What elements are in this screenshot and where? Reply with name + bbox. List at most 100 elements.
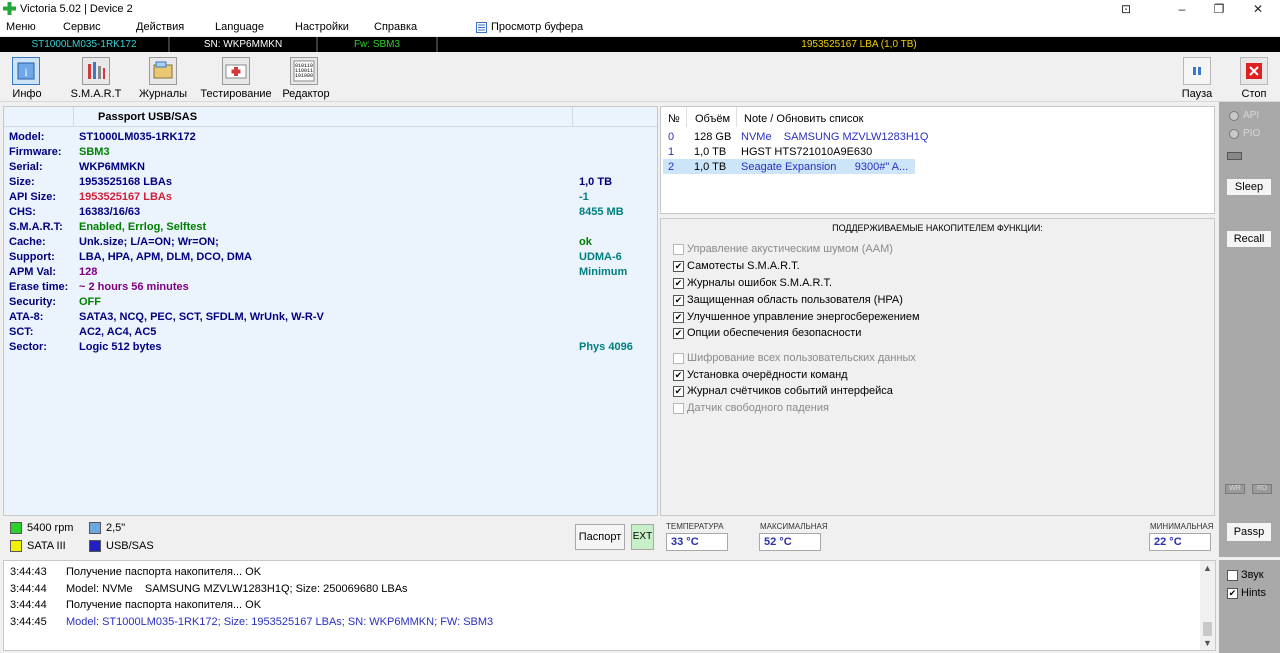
passport-panel: Passport USB/SAS Model: ST1000LM035-1RK17… (3, 106, 658, 516)
recall-button[interactable]: Recall (1226, 230, 1272, 248)
passport-value: OFF (79, 296, 101, 308)
log-timestamp: 3:44:43 (10, 566, 47, 578)
feature-checkbox[interactable]: ✔ (673, 278, 684, 289)
editor-button-label: Редактор (282, 88, 330, 100)
interface-swatch (10, 540, 22, 552)
max-temp-value: 52 °C (759, 533, 821, 551)
passport-key: Support: (9, 251, 55, 263)
svg-text:101000: 101000 (295, 73, 313, 79)
column-header-size[interactable]: Объём (695, 113, 730, 125)
drive-row[interactable]: 0 128 GB NVMe SAMSUNG MZVLW1283H1Q (663, 129, 928, 144)
log-scrollbar[interactable] (1200, 561, 1215, 650)
log-message: Получение паспорта накопителя... OK (66, 566, 262, 578)
column-header-note[interactable]: Note / Обновить список (744, 113, 863, 125)
feature-checkbox[interactable]: ✔ (673, 328, 684, 339)
feature-checkbox[interactable] (673, 244, 684, 255)
feature-checkbox[interactable]: ✔ (673, 370, 684, 381)
passport-header: Passport USB/SAS (98, 111, 198, 123)
bus-swatch (89, 540, 101, 552)
logs-button-label: Журналы (138, 88, 188, 100)
column-header-number[interactable]: № (668, 113, 680, 125)
smart-button-label: S.M.A.R.T (70, 88, 122, 100)
hints-checkbox-label: Hints (1241, 587, 1267, 599)
feature-checkbox[interactable]: ✔ (673, 295, 684, 306)
drive-firmware-label: Fw: SBM3 (353, 39, 401, 50)
feature-checkbox[interactable] (673, 353, 684, 364)
menu-item-settings[interactable]: Настройки (295, 21, 349, 33)
passport-extra: ok (579, 236, 592, 248)
passport-extra: Phys 4096 (579, 341, 633, 353)
smart-button[interactable]: S.M.A.R.T (68, 55, 124, 101)
feature-label: Журналы ошибок S.M.A.R.T. (687, 277, 833, 289)
smart-icon (82, 57, 110, 85)
passport-key: API Size: (9, 191, 57, 203)
menu-item-service[interactable]: Сервис (63, 21, 101, 33)
bus-label: USB/SAS (106, 540, 154, 552)
scroll-up-icon[interactable]: ▲ (1203, 563, 1212, 573)
passp-button[interactable]: Passp (1226, 522, 1272, 542)
pause-button[interactable]: Пауза (1180, 55, 1214, 101)
passport-header-row: Passport USB/SAS (4, 107, 657, 127)
passport-value: 16383/16/63 (79, 206, 141, 218)
logs-button[interactable]: Журналы (136, 55, 190, 101)
buffer-icon (476, 22, 487, 33)
info-button[interactable]: i Инфо (4, 55, 50, 101)
close-button[interactable]: ✕ (1238, 0, 1278, 19)
api-radio[interactable] (1229, 111, 1239, 121)
feature-label: Защищенная область пользователя (HPA) (687, 294, 903, 306)
maximize-button[interactable]: ❐ (1199, 0, 1239, 19)
feature-label: Шифрование всех пользовательских данных (687, 352, 916, 364)
current-temp-label: ТЕМПЕРАТУРА (666, 522, 724, 531)
min-temp-label: МИНИМАЛЬНАЯ (1150, 522, 1214, 531)
pin-icon[interactable]: ⊡ (1106, 0, 1146, 19)
drive-lba-label: 1953525167 LBA (1,0 TB) (801, 39, 917, 50)
binary-editor-icon: 010110 110011 101000 (290, 57, 318, 85)
passport-value: 1953525167 LBAs (79, 191, 172, 203)
test-button[interactable]: Тестирование (200, 55, 272, 101)
feature-checkbox[interactable]: ✔ (673, 386, 684, 397)
passport-value: 1953525168 LBAs (79, 176, 172, 188)
menu-item-actions[interactable]: Действия (136, 21, 184, 33)
ext-button[interactable]: EXT (631, 524, 654, 550)
pio-radio[interactable] (1229, 129, 1239, 139)
passport-button[interactable]: Паспорт (575, 524, 625, 550)
pause-button-label: Пауза (1181, 88, 1213, 100)
drive-row[interactable]: 1 1,0 TB HGST HTS721010A9E630 (663, 144, 903, 159)
log-message: Model: NVMe SAMSUNG MZVLW1283H1Q; Size: … (66, 582, 408, 595)
feature-checkbox[interactable]: ✔ (673, 261, 684, 272)
stop-icon (1240, 57, 1268, 85)
passport-value: Enabled, Errlog, Selftest (79, 221, 207, 233)
editor-button[interactable]: 010110 110011 101000 Редактор (280, 55, 332, 101)
log-message: Model: ST1000LM035-1RK172; Size: 1953525… (66, 615, 494, 628)
info-icon: i (12, 57, 40, 85)
hints-checkbox[interactable]: ✔ (1227, 588, 1238, 599)
passport-key: ATA-8: (9, 311, 44, 323)
drive-row[interactable]: 2 1,0 TB Seagate Expansion 9300#" A... (663, 159, 915, 174)
drive-serial-label: SN: WKP6MMKN (203, 39, 283, 50)
minimize-button[interactable]: – (1162, 0, 1202, 19)
scroll-thumb[interactable] (1203, 622, 1212, 636)
passport-value: Logic 512 bytes (79, 341, 162, 353)
min-temp-value: 22 °C (1149, 533, 1211, 551)
passport-key: Erase time: (9, 281, 69, 293)
drive-n: 2 (668, 161, 675, 173)
scroll-down-icon[interactable]: ▼ (1203, 638, 1212, 648)
menu-item-language[interactable]: Language (215, 21, 264, 33)
sound-checkbox[interactable] (1227, 570, 1238, 581)
window-title: Victoria 5.02 | Device 2 (20, 3, 133, 15)
feature-checkbox[interactable]: ✔ (673, 312, 684, 323)
log-timestamp: 3:44:45 (10, 615, 47, 628)
test-icon (222, 57, 250, 85)
passport-extra: Minimum (579, 266, 628, 278)
feature-checkbox[interactable] (673, 403, 684, 414)
passport-value: SBM3 (79, 146, 110, 158)
menu-item-help[interactable]: Справка (374, 21, 417, 33)
menu-item-menu[interactable]: Меню (6, 21, 36, 33)
sleep-button[interactable]: Sleep (1226, 178, 1272, 196)
app-cross-icon (3, 2, 16, 15)
stop-button[interactable]: Стоп (1236, 55, 1272, 101)
buffer-view-button[interactable]: Просмотр буфера (491, 21, 583, 33)
passport-extra: 1,0 TB (579, 176, 613, 188)
feature-label: Датчик свободного падения (687, 402, 829, 414)
feature-label: Опции обеспечения безопасности (687, 327, 862, 339)
